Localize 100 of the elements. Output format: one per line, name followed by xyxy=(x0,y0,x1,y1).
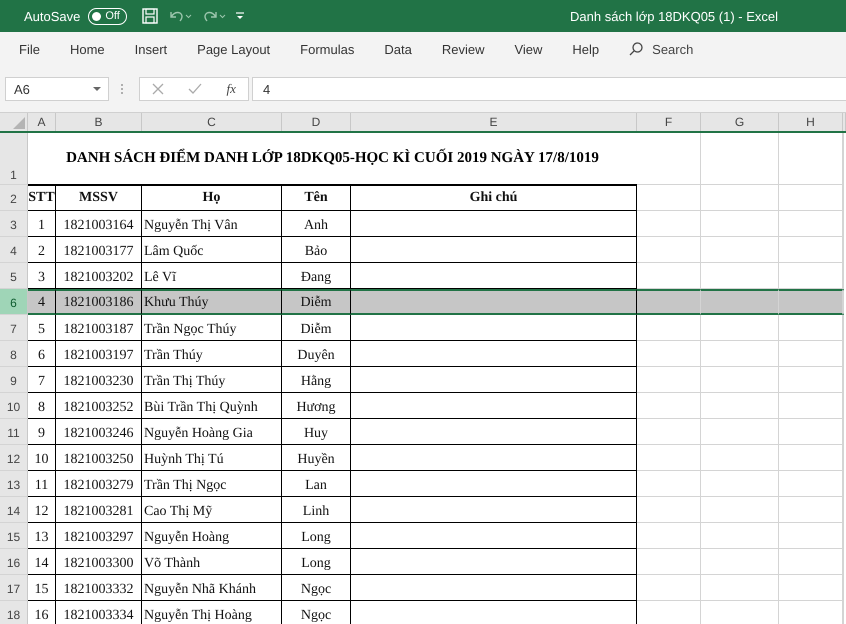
menu-tab[interactable]: Home xyxy=(58,42,116,56)
menu-tab[interactable]: Formulas xyxy=(289,42,366,56)
column-header[interactable]: E xyxy=(351,113,637,131)
row-number[interactable]: 2 xyxy=(0,185,28,211)
table-cell: 1821003246 xyxy=(56,419,142,445)
row-number[interactable]: 5 xyxy=(0,263,28,289)
table-cell: 1821003279 xyxy=(56,471,142,497)
table-cell: 7 xyxy=(28,367,56,393)
row-number[interactable]: 3 xyxy=(0,211,28,237)
row-number[interactable]: 10 xyxy=(0,393,28,419)
table-cell: 4 xyxy=(28,289,56,315)
column-heading: MSSV xyxy=(56,185,142,211)
check-icon[interactable] xyxy=(188,83,202,95)
table-cell: 1821003334 xyxy=(56,601,142,624)
select-all-icon[interactable] xyxy=(13,117,25,129)
table-cell: Huyền xyxy=(282,445,351,471)
table-cell: Linh xyxy=(282,497,351,523)
row-number[interactable]: 13 xyxy=(0,471,28,497)
table-cell: Trần Ngọc Thúy xyxy=(142,315,282,341)
customize-icon[interactable] xyxy=(234,11,245,21)
table-cell: 5 xyxy=(28,315,56,341)
empty-cell xyxy=(637,315,701,341)
column-header[interactable]: F xyxy=(637,113,701,131)
insert-function-button[interactable]: fx xyxy=(226,81,236,97)
table-cell: 1821003297 xyxy=(56,523,142,549)
empty-cell xyxy=(637,393,701,419)
table-cell: 16 xyxy=(28,601,56,624)
empty-cell xyxy=(637,575,701,601)
table-cell: Hằng xyxy=(282,367,351,393)
table-cell: Nguyễn Nhã Khánh xyxy=(142,575,282,601)
cancel-icon[interactable] xyxy=(152,83,164,95)
formula-field[interactable]: 4 xyxy=(252,77,846,101)
table-cell: Nguyễn Hoàng xyxy=(142,523,282,549)
empty-cell xyxy=(779,575,843,601)
table-cell: 12 xyxy=(28,497,56,523)
empty-cell xyxy=(779,185,843,211)
table-cell: 1821003187 xyxy=(56,315,142,341)
menu-tab[interactable]: Data xyxy=(373,42,423,56)
table-cell: 1 xyxy=(28,211,56,237)
table-cell: 6 xyxy=(28,341,56,367)
name-box[interactable]: A6 xyxy=(5,77,109,101)
column-header[interactable]: B xyxy=(56,113,142,131)
empty-cell xyxy=(779,315,843,341)
autosave-label: AutoSave xyxy=(24,8,80,24)
window-title: Danh sách lớp 18DKQ05 (1) - Excel xyxy=(570,8,778,24)
table-cell: Long xyxy=(282,549,351,575)
autosave-toggle[interactable]: Off xyxy=(88,8,127,24)
row-number[interactable]: 16 xyxy=(0,549,28,575)
search-icon xyxy=(628,41,644,57)
table-cell: Anh xyxy=(282,211,351,237)
table-cell: Bảo xyxy=(282,237,351,263)
empty-cell xyxy=(779,393,843,419)
table-cell: Lan xyxy=(282,471,351,497)
sheet-title: DANH SÁCH ĐIỂM DANH LỚP 18DKQ05-HỌC KÌ CUỐI 2019 NGÀY 17/8/1019 xyxy=(66,150,599,167)
column-heading: STT xyxy=(28,185,56,211)
empty-cell xyxy=(637,237,701,263)
column-header[interactable]: G xyxy=(701,113,779,131)
table-cell: Trần Thúy xyxy=(142,341,282,367)
empty-cell xyxy=(637,445,701,471)
row-number[interactable]: 17 xyxy=(0,575,28,601)
column-header[interactable]: A xyxy=(28,113,56,131)
menu-tab[interactable]: Insert xyxy=(124,42,178,56)
empty-cell xyxy=(637,185,701,211)
row-number[interactable]: 4 xyxy=(0,237,28,263)
row-number[interactable]: 11 xyxy=(0,419,28,445)
column-heading: Tên xyxy=(282,185,351,211)
table-cell: Khưu Thúy xyxy=(142,289,282,315)
row-number[interactable]: 14 xyxy=(0,497,28,523)
row-number[interactable]: 6 xyxy=(0,289,28,315)
search-field[interactable]: Search xyxy=(650,40,724,58)
column-header[interactable]: C xyxy=(142,113,282,131)
row-number[interactable]: 12 xyxy=(0,445,28,471)
menu-tab[interactable]: View xyxy=(503,42,554,56)
column-header[interactable]: D xyxy=(282,113,351,131)
column-header[interactable]: H xyxy=(779,113,843,131)
grip-icon xyxy=(120,82,124,96)
empty-cell xyxy=(779,497,843,523)
table-cell: 1821003177 xyxy=(56,237,142,263)
table-cell: Cao Thị Mỹ xyxy=(142,497,282,523)
row-number[interactable]: 1 xyxy=(0,133,28,185)
table-cell: 1821003281 xyxy=(56,497,142,523)
table-cell: 8 xyxy=(28,393,56,419)
menu-tab[interactable]: Page Layout xyxy=(186,42,282,56)
menu-tab[interactable]: Help xyxy=(561,42,610,56)
row-number[interactable]: 7 xyxy=(0,315,28,341)
empty-cell xyxy=(637,523,701,549)
menu-tab[interactable]: File xyxy=(8,42,51,56)
save-icon[interactable] xyxy=(140,7,159,25)
column-heading: Họ xyxy=(142,185,282,211)
table-cell: Diễm xyxy=(282,315,351,341)
table-cell: Nguyễn Hoàng Gia xyxy=(142,419,282,445)
empty-cell xyxy=(779,211,843,237)
row-number[interactable]: 8 xyxy=(0,341,28,367)
row-number[interactable]: 15 xyxy=(0,523,28,549)
empty-cell xyxy=(779,523,843,549)
table-cell: 1821003230 xyxy=(56,367,142,393)
menu-tab[interactable]: Review xyxy=(430,42,496,56)
row-number[interactable]: 18 xyxy=(0,601,28,624)
empty-cell xyxy=(637,367,701,393)
row-number[interactable]: 9 xyxy=(0,367,28,393)
